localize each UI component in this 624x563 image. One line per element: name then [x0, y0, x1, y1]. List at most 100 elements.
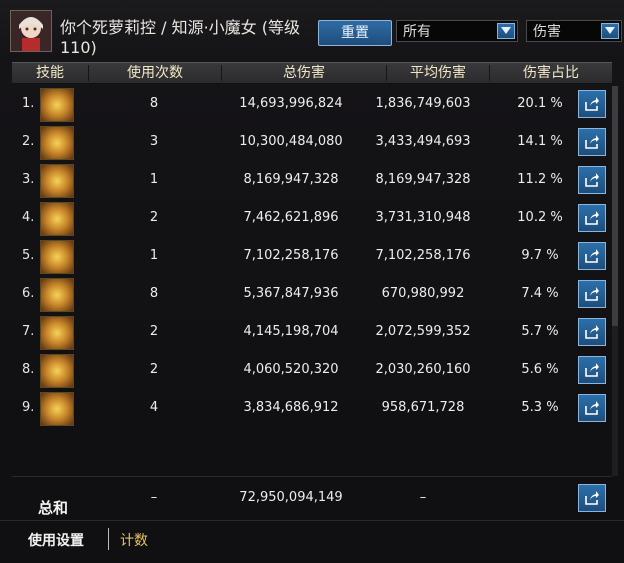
tab-count[interactable]: 计数	[120, 530, 148, 550]
total-damage: 72,950,094,149	[239, 490, 343, 505]
share-icon	[585, 287, 599, 301]
row-total: 8,169,947,328	[243, 172, 339, 187]
row-avg: 2,030,260,160	[375, 362, 471, 377]
share-icon	[585, 491, 599, 505]
row-total: 7,462,621,896	[243, 210, 339, 225]
skill-icon	[40, 202, 74, 236]
row-avg: 1,836,749,603	[375, 96, 471, 111]
share-icon	[585, 363, 599, 377]
row-index: 4.	[22, 210, 35, 225]
chevron-down-icon	[601, 23, 619, 39]
row-total: 14,693,996,824	[239, 96, 343, 111]
row-index: 2.	[22, 134, 35, 149]
row-pct: 5.7 %	[521, 324, 559, 339]
metric-select[interactable]: 伤害	[526, 20, 622, 42]
skill-icon	[40, 164, 74, 198]
row-avg: 8,169,947,328	[375, 172, 471, 187]
row-total: 5,367,847,936	[243, 286, 339, 301]
share-button[interactable]	[578, 280, 606, 308]
row-index: 5.	[22, 248, 35, 263]
table-row: 5. 1 7,102,258,176 7,102,258,176 9.7 %	[0, 238, 624, 276]
skill-icon	[40, 240, 74, 274]
footer-bar	[0, 520, 624, 563]
row-total: 3,834,686,912	[243, 400, 339, 415]
tab-divider	[108, 528, 109, 550]
row-avg: 3,731,310,948	[375, 210, 471, 225]
row-avg: 7,102,258,176	[375, 248, 471, 263]
character-avatar	[10, 10, 52, 52]
row-uses: 1	[149, 248, 159, 263]
row-uses: 2	[149, 210, 159, 225]
filter-select[interactable]: 所有	[396, 20, 518, 42]
row-total: 7,102,258,176	[243, 248, 339, 263]
skill-icon	[40, 278, 74, 312]
row-pct: 5.3 %	[521, 400, 559, 415]
table-row: 4. 2 7,462,621,896 3,731,310,948 10.2 %	[0, 200, 624, 238]
row-index: 1.	[22, 96, 35, 111]
row-pct: 9.7 %	[521, 248, 559, 263]
share-button[interactable]	[578, 242, 606, 270]
row-uses: 2	[149, 324, 159, 339]
share-icon	[585, 325, 599, 339]
share-icon	[585, 211, 599, 225]
skill-icon	[40, 392, 74, 426]
skill-icon	[40, 126, 74, 160]
col-total-damage[interactable]: 总伤害	[222, 63, 386, 83]
row-pct: 7.4 %	[521, 286, 559, 301]
row-index: 6.	[22, 286, 35, 301]
row-total: 10,300,484,080	[239, 134, 343, 149]
share-button[interactable]	[578, 356, 606, 384]
table-row: 2. 3 10,300,484,080 3,433,494,693 14.1 %	[0, 124, 624, 162]
chevron-down-icon	[497, 23, 515, 39]
row-pct: 20.1 %	[517, 96, 563, 111]
share-button[interactable]	[578, 166, 606, 194]
row-index: 7.	[22, 324, 35, 339]
divider	[12, 476, 612, 477]
row-uses: 4	[149, 400, 159, 415]
tab-settings[interactable]: 使用设置	[28, 530, 84, 550]
row-index: 3.	[22, 172, 35, 187]
total-avg: –	[419, 490, 427, 505]
share-icon	[585, 97, 599, 111]
scrollbar-thumb[interactable]	[612, 86, 618, 326]
table-row: 6. 8 5,367,847,936 670,980,992 7.4 %	[0, 276, 624, 314]
share-button[interactable]	[578, 204, 606, 232]
table-row: 9. 4 3,834,686,912 958,671,728 5.3 %	[0, 390, 624, 428]
share-icon	[585, 401, 599, 415]
table-row: 1. 8 14,693,996,824 1,836,749,603 20.1 %	[0, 86, 624, 124]
share-button[interactable]	[578, 394, 606, 422]
row-pct: 14.1 %	[517, 134, 563, 149]
share-icon	[585, 135, 599, 149]
row-uses: 2	[149, 362, 159, 377]
row-total: 4,060,520,320	[243, 362, 339, 377]
row-uses: 8	[149, 96, 159, 111]
col-damage-share[interactable]: 伤害占比	[490, 63, 612, 83]
col-uses[interactable]: 使用次数	[89, 63, 221, 83]
share-button[interactable]	[578, 484, 606, 512]
row-pct: 11.2 %	[517, 172, 563, 187]
total-uses: –	[150, 490, 158, 505]
row-uses: 3	[149, 134, 159, 149]
row-index: 8.	[22, 362, 35, 377]
row-avg: 958,671,728	[381, 400, 465, 415]
share-icon	[585, 249, 599, 263]
share-button[interactable]	[578, 128, 606, 156]
row-avg: 3,433,494,693	[375, 134, 471, 149]
row-uses: 1	[149, 172, 159, 187]
col-skill[interactable]: 技能	[12, 63, 88, 83]
share-button[interactable]	[578, 90, 606, 118]
row-index: 9.	[22, 400, 35, 415]
reset-button[interactable]: 重置	[318, 20, 392, 46]
row-avg: 670,980,992	[381, 286, 465, 301]
row-uses: 8	[149, 286, 159, 301]
metric-select-value: 伤害	[533, 24, 561, 40]
filter-select-value: 所有	[403, 24, 431, 40]
row-avg: 2,072,599,352	[375, 324, 471, 339]
table-row: 8. 2 4,060,520,320 2,030,260,160 5.6 %	[0, 352, 624, 390]
col-avg-damage[interactable]: 平均伤害	[387, 63, 489, 83]
table-row: 3. 1 8,169,947,328 8,169,947,328 11.2 %	[0, 162, 624, 200]
skill-icon	[40, 354, 74, 388]
share-icon	[585, 173, 599, 187]
skill-icon	[40, 316, 74, 350]
share-button[interactable]	[578, 318, 606, 346]
